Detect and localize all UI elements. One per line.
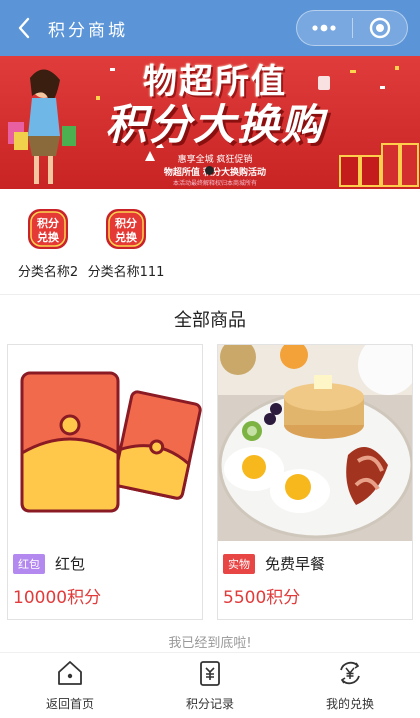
category-label: 分类名称2: [17, 265, 79, 280]
product-title-row: 实物 免费早餐: [223, 553, 325, 574]
page: 积分商城 物超所值 积分大换购 惠享全城 疯狂促销 物超所值 积分大换购活动 本…: [0, 0, 420, 718]
product-price: 10000积分: [13, 588, 102, 608]
svg-text:积分: 积分: [37, 216, 59, 230]
category-item[interactable]: 积分 兑换 分类名称111: [88, 189, 164, 294]
tab-points-record[interactable]: 积分记录: [140, 653, 280, 718]
exchange-yen-icon: [340, 661, 360, 685]
svg-text:兑换: 兑换: [115, 230, 138, 244]
breakfast-photo: [218, 345, 412, 541]
tab-bar: 返回首页 积分记录 我的兑换: [0, 652, 420, 718]
banner-line4: 物超所值 积分大换购活动: [163, 168, 267, 178]
product-card[interactable]: 实物 免费早餐 5500积分: [217, 344, 413, 620]
category-label: 分类名称111: [87, 265, 165, 280]
product-tag: 红包: [13, 553, 45, 574]
banner-line5: 本活动最终解释权归本商城所有: [172, 180, 257, 187]
home-icon: [58, 661, 82, 685]
page-title: 积分商城: [48, 20, 128, 41]
svg-text:积分: 积分: [115, 216, 137, 230]
red-envelope-image: [8, 345, 202, 541]
jifen-duihuan-badge-icon: 积分 兑换: [106, 209, 146, 249]
category-list: 积分 兑换 分类名称2 积分 兑换 分类名称111: [0, 189, 420, 295]
product-name: 红包: [55, 555, 86, 573]
promo-banner[interactable]: 物超所值 积分大换购 惠享全城 疯狂促销 物超所值 积分大换购活动 本活动最终解…: [0, 56, 420, 189]
points-record-icon: [200, 661, 220, 686]
tab-label: 积分记录: [185, 697, 234, 711]
product-title-row: 红包 红包: [13, 553, 85, 574]
jifen-duihuan-badge-icon: 积分 兑换: [28, 209, 68, 249]
more-dots-icon: [312, 24, 336, 32]
chevron-left-icon: [18, 17, 30, 39]
banner-headline: 物超所值 积分大换购 惠享全城 疯狂促销 物超所值 积分大换购活动 本活动最终解…: [80, 62, 350, 187]
tab-label: 我的兑换: [325, 697, 374, 711]
banner-line1: 物超所值: [143, 62, 287, 102]
back-button[interactable]: [2, 0, 46, 56]
mini-program-capsule: [296, 10, 408, 46]
product-name: 免费早餐: [265, 555, 326, 573]
banner-line2: 积分大换购: [104, 100, 325, 149]
product-grid: 红包 红包 10000积分 实物 免费早餐 5500积分: [7, 344, 413, 620]
end-of-list-tip: 我已经到底啦!: [168, 636, 252, 651]
section-title: 全部商品: [174, 310, 246, 331]
category-item[interactable]: 积分 兑换 分类名称2: [10, 189, 86, 294]
tab-my-exchange[interactable]: 我的兑换: [280, 653, 420, 718]
tab-home[interactable]: 返回首页: [0, 653, 140, 718]
svg-text:兑换: 兑换: [37, 230, 60, 244]
tab-label: 返回首页: [45, 697, 94, 711]
carousel-indicator[interactable]: [205, 166, 214, 175]
close-button[interactable]: [352, 11, 407, 45]
banner-line3: 惠享全城 疯狂促销: [177, 155, 253, 165]
product-card[interactable]: 红包 红包 10000积分: [7, 344, 203, 620]
more-button[interactable]: [297, 11, 352, 45]
nav-bar: 积分商城: [0, 0, 420, 56]
target-circle-icon: [369, 17, 390, 39]
product-price: 5500积分: [223, 588, 301, 608]
product-tag: 实物: [223, 553, 255, 574]
